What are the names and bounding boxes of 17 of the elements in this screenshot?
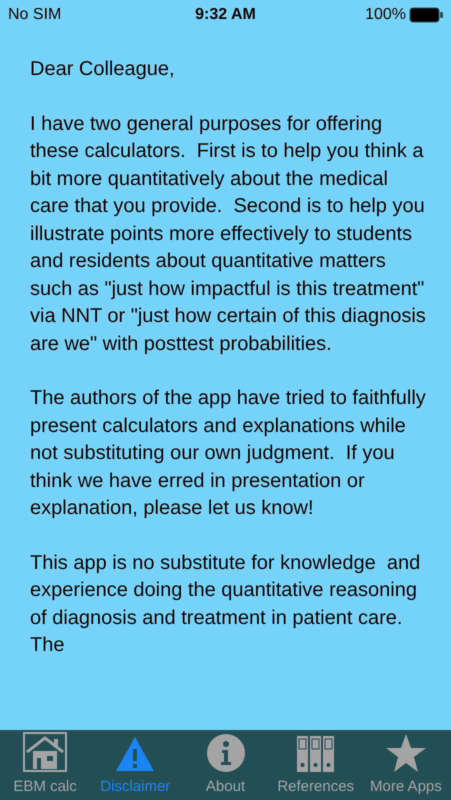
battery-percent: 100% — [365, 5, 406, 25]
binders-icon — [296, 736, 335, 772]
letter-paragraph: The authors of the app have tried to faithfully present calculators and explanations while not substituting our own judgment. If you think we have erred in presentation or explanation, please let us know! — [30, 386, 427, 521]
star-icon — [386, 734, 426, 772]
battery-icon — [409, 7, 443, 23]
warning-icon — [115, 736, 156, 772]
letter-paragraph: This app is no substitute for knowledge and experience doing the quantitative reasoning of diagnosis and treatment in patient care. The — [30, 550, 422, 658]
greeting: Dear Colleague, — [30, 57, 176, 82]
carrier-label: No SIM — [8, 5, 62, 25]
info-icon — [206, 734, 244, 772]
tab[interactable]: EBM calc — [0, 730, 90, 800]
tab[interactable]: References — [270, 730, 361, 800]
tab[interactable]: More Apps — [360, 730, 451, 800]
tab[interactable]: About — [180, 730, 271, 800]
letter-paragraph: I have two general purposes for offering these calculators. First is to help you think a bit more quantitatively about the medical care that you provide. Second is to help you illustrate points more effectively to students and residents about quantitative matters such as "just how impactful is this treatment" via NNT or "just how certain of this diagnosis are we" with posttest probabilities. — [30, 112, 427, 356]
tab[interactable]: Disclaimer — [90, 730, 180, 800]
status-time: 9:32 AM — [195, 5, 256, 25]
